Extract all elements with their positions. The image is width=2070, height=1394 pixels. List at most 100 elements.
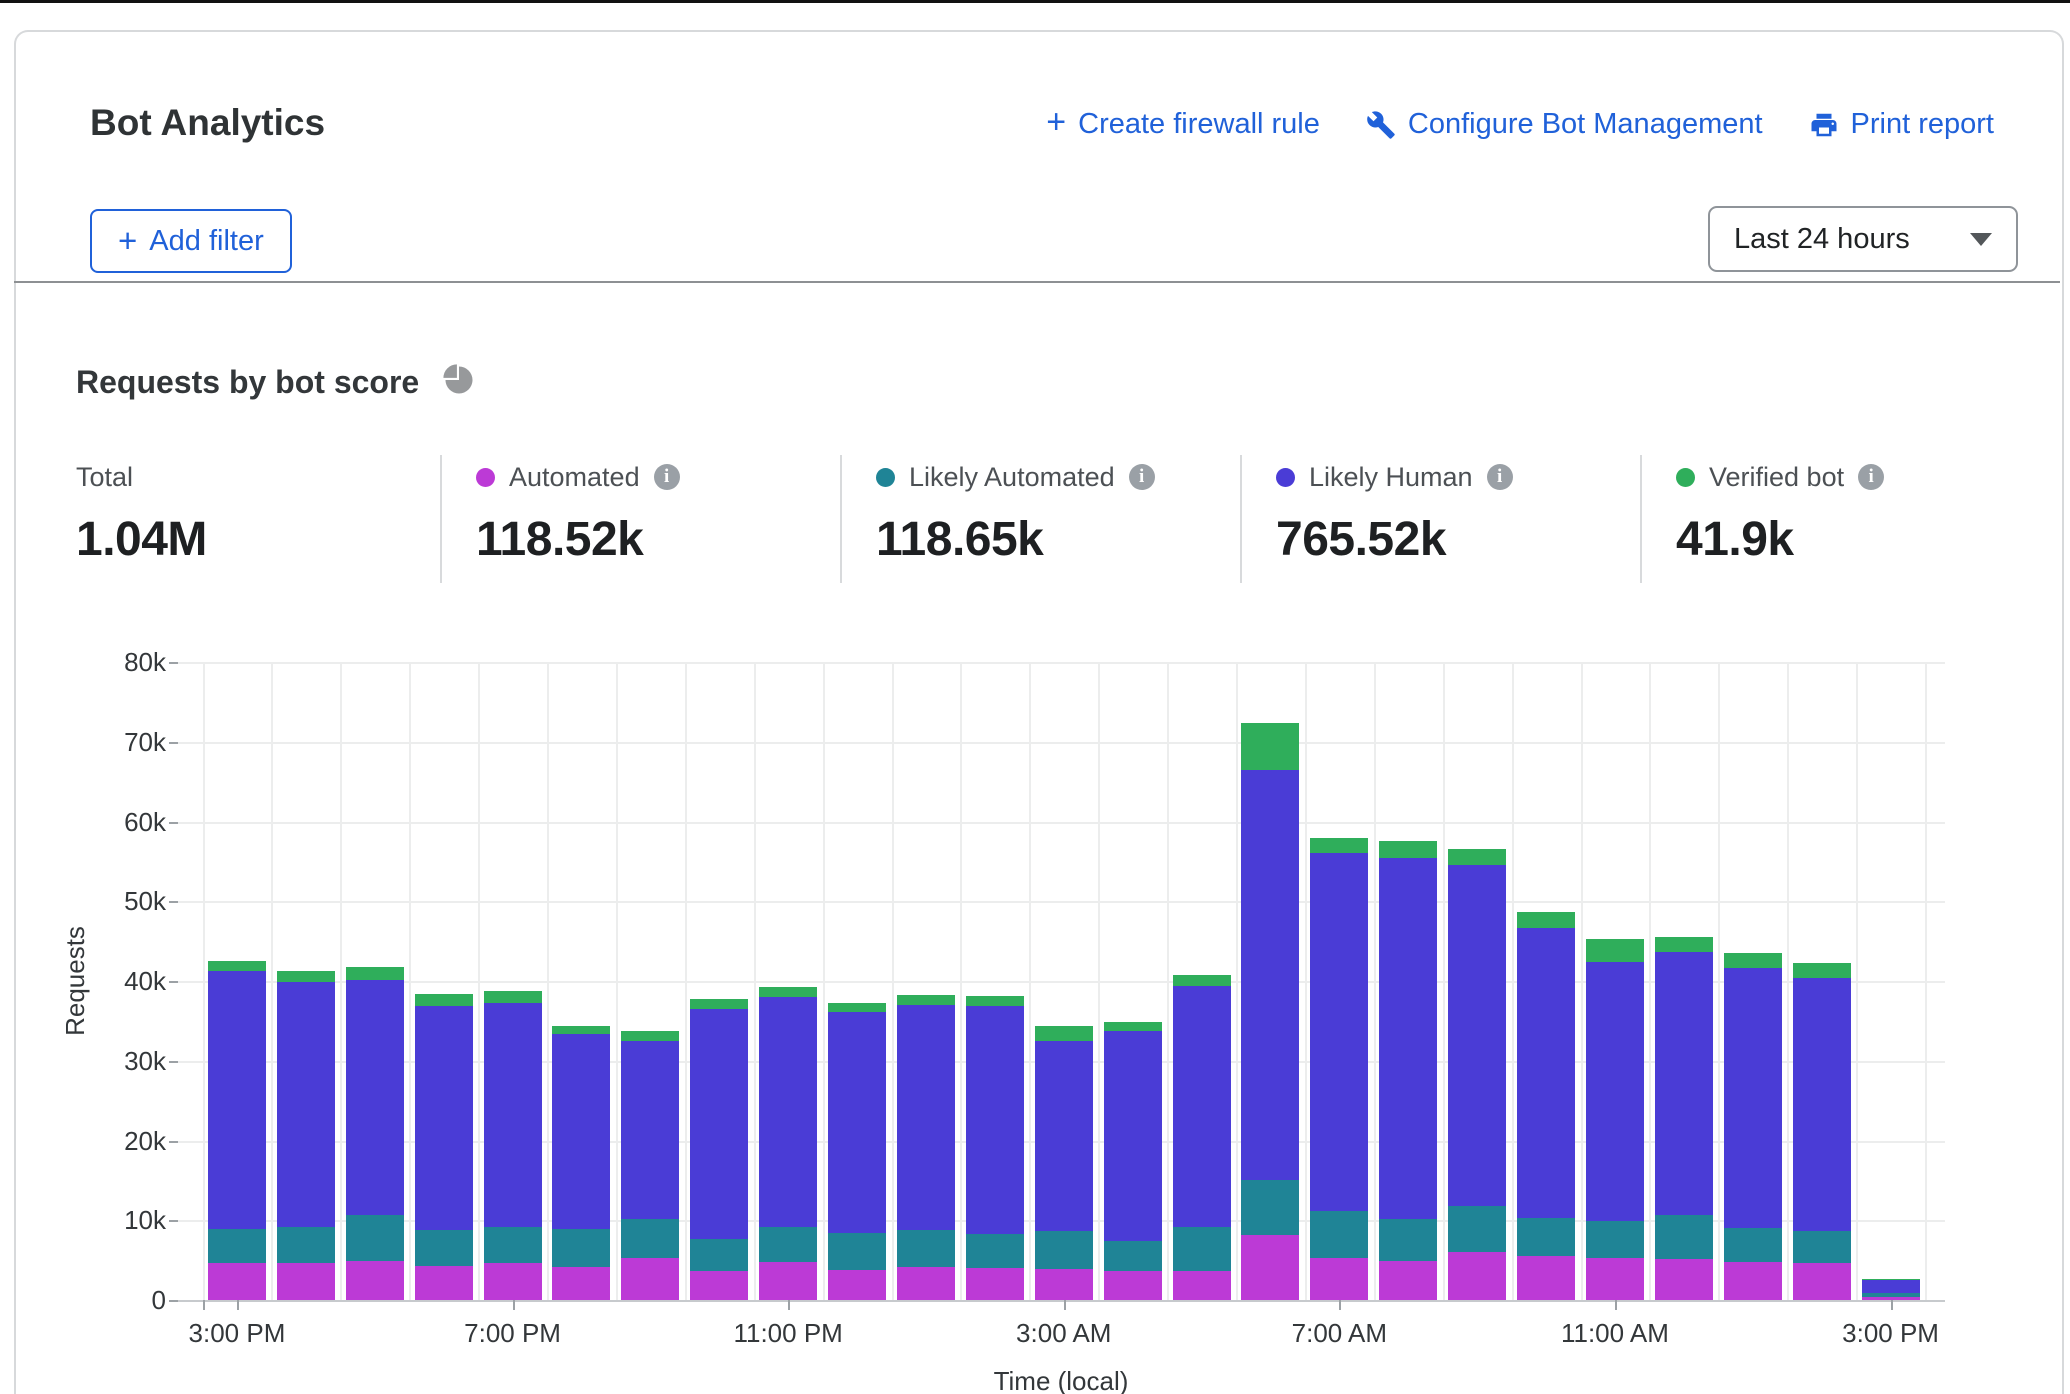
bar-3-verified[interactable] bbox=[415, 994, 473, 1006]
time-range-dropdown[interactable]: Last 24 hours bbox=[1708, 206, 2018, 272]
bar-21-likely_human[interactable] bbox=[1655, 952, 1713, 1215]
bar-16-automated[interactable] bbox=[1310, 1258, 1368, 1300]
bar-10-verified[interactable] bbox=[897, 995, 955, 1005]
bar-21-likely_automated[interactable] bbox=[1655, 1215, 1713, 1259]
bar-19-likely_human[interactable] bbox=[1517, 928, 1575, 1218]
bar-13-likely_human[interactable] bbox=[1104, 1031, 1162, 1241]
add-filter-button[interactable]: + Add filter bbox=[90, 209, 292, 273]
info-icon[interactable]: i bbox=[1858, 464, 1884, 490]
bar-6-automated[interactable] bbox=[621, 1258, 679, 1300]
bar-24-verified[interactable] bbox=[1862, 1279, 1920, 1280]
bar-15-automated[interactable] bbox=[1241, 1235, 1299, 1300]
bar-7-verified[interactable] bbox=[690, 999, 748, 1009]
bar-11-likely_automated[interactable] bbox=[966, 1234, 1024, 1268]
bar-0-likely_automated[interactable] bbox=[208, 1229, 266, 1263]
bar-18-likely_automated[interactable] bbox=[1448, 1206, 1506, 1252]
bar-6-likely_human[interactable] bbox=[621, 1041, 679, 1219]
bar-4-verified[interactable] bbox=[484, 991, 542, 1003]
bar-20-automated[interactable] bbox=[1586, 1258, 1644, 1300]
bar-10-automated[interactable] bbox=[897, 1267, 955, 1300]
bar-14-likely_automated[interactable] bbox=[1173, 1227, 1231, 1270]
bar-5-likely_human[interactable] bbox=[552, 1034, 610, 1229]
bar-4-automated[interactable] bbox=[484, 1263, 542, 1300]
bar-21-verified[interactable] bbox=[1655, 937, 1713, 951]
bar-17-likely_human[interactable] bbox=[1379, 858, 1437, 1219]
bar-18-automated[interactable] bbox=[1448, 1252, 1506, 1300]
bar-16-verified[interactable] bbox=[1310, 838, 1368, 853]
info-icon[interactable]: i bbox=[654, 464, 680, 490]
bar-2-automated[interactable] bbox=[346, 1261, 404, 1300]
bar-2-likely_human[interactable] bbox=[346, 980, 404, 1215]
bar-1-likely_automated[interactable] bbox=[277, 1227, 335, 1263]
info-icon[interactable]: i bbox=[1487, 464, 1513, 490]
bar-9-likely_automated[interactable] bbox=[828, 1233, 886, 1270]
bar-14-likely_human[interactable] bbox=[1173, 986, 1231, 1228]
bar-17-verified[interactable] bbox=[1379, 841, 1437, 858]
bar-18-verified[interactable] bbox=[1448, 849, 1506, 866]
bar-20-likely_automated[interactable] bbox=[1586, 1221, 1644, 1258]
bar-1-automated[interactable] bbox=[277, 1263, 335, 1300]
bar-5-verified[interactable] bbox=[552, 1026, 610, 1035]
bar-18-likely_human[interactable] bbox=[1448, 865, 1506, 1206]
bar-1-verified[interactable] bbox=[277, 971, 335, 981]
bar-15-likely_human[interactable] bbox=[1241, 770, 1299, 1180]
bar-22-verified[interactable] bbox=[1724, 953, 1782, 968]
bar-2-verified[interactable] bbox=[346, 967, 404, 980]
bar-22-likely_automated[interactable] bbox=[1724, 1228, 1782, 1261]
bar-21-automated[interactable] bbox=[1655, 1259, 1713, 1300]
bar-23-likely_automated[interactable] bbox=[1793, 1231, 1851, 1262]
bar-0-automated[interactable] bbox=[208, 1263, 266, 1300]
bar-22-likely_human[interactable] bbox=[1724, 968, 1782, 1228]
info-icon[interactable]: i bbox=[1129, 464, 1155, 490]
bar-13-verified[interactable] bbox=[1104, 1022, 1162, 1032]
bar-5-likely_automated[interactable] bbox=[552, 1229, 610, 1266]
bar-24-likely_human[interactable] bbox=[1862, 1280, 1920, 1293]
action-link-print-report[interactable]: Print report bbox=[1809, 108, 1994, 141]
bar-6-verified[interactable] bbox=[621, 1031, 679, 1041]
bar-16-likely_human[interactable] bbox=[1310, 853, 1368, 1210]
bar-22-automated[interactable] bbox=[1724, 1262, 1782, 1300]
bar-4-likely_automated[interactable] bbox=[484, 1227, 542, 1262]
bar-10-likely_automated[interactable] bbox=[897, 1230, 955, 1267]
bar-20-verified[interactable] bbox=[1586, 939, 1644, 962]
bar-9-automated[interactable] bbox=[828, 1270, 886, 1300]
bar-23-likely_human[interactable] bbox=[1793, 978, 1851, 1232]
bar-0-verified[interactable] bbox=[208, 961, 266, 971]
bar-11-verified[interactable] bbox=[966, 996, 1024, 1006]
bar-8-automated[interactable] bbox=[759, 1262, 817, 1300]
bar-15-verified[interactable] bbox=[1241, 723, 1299, 770]
bar-14-verified[interactable] bbox=[1173, 975, 1231, 985]
bar-23-verified[interactable] bbox=[1793, 963, 1851, 978]
bar-0-likely_human[interactable] bbox=[208, 971, 266, 1229]
bar-19-automated[interactable] bbox=[1517, 1256, 1575, 1300]
action-link-create-firewall-rule[interactable]: +Create firewall rule bbox=[1046, 108, 1320, 141]
bar-16-likely_automated[interactable] bbox=[1310, 1211, 1368, 1258]
bar-23-automated[interactable] bbox=[1793, 1263, 1851, 1300]
bar-4-likely_human[interactable] bbox=[484, 1003, 542, 1227]
bar-12-automated[interactable] bbox=[1035, 1269, 1093, 1300]
bar-11-automated[interactable] bbox=[966, 1268, 1024, 1300]
bar-7-likely_automated[interactable] bbox=[690, 1239, 748, 1271]
bar-13-automated[interactable] bbox=[1104, 1271, 1162, 1300]
bar-19-likely_automated[interactable] bbox=[1517, 1218, 1575, 1256]
action-link-configure-bot-management[interactable]: Configure Bot Management bbox=[1366, 108, 1763, 141]
bar-3-automated[interactable] bbox=[415, 1266, 473, 1300]
bar-17-automated[interactable] bbox=[1379, 1261, 1437, 1300]
bar-3-likely_automated[interactable] bbox=[415, 1230, 473, 1266]
bar-13-likely_automated[interactable] bbox=[1104, 1241, 1162, 1271]
bar-20-likely_human[interactable] bbox=[1586, 962, 1644, 1221]
bar-7-automated[interactable] bbox=[690, 1271, 748, 1301]
bar-3-likely_human[interactable] bbox=[415, 1006, 473, 1230]
bar-8-likely_human[interactable] bbox=[759, 997, 817, 1227]
bar-12-likely_human[interactable] bbox=[1035, 1041, 1093, 1231]
bar-2-likely_automated[interactable] bbox=[346, 1215, 404, 1260]
bar-24-likely_automated[interactable] bbox=[1862, 1293, 1920, 1297]
bar-6-likely_automated[interactable] bbox=[621, 1219, 679, 1258]
bar-11-likely_human[interactable] bbox=[966, 1006, 1024, 1234]
bar-10-likely_human[interactable] bbox=[897, 1005, 955, 1230]
bar-7-likely_human[interactable] bbox=[690, 1009, 748, 1239]
bar-12-likely_automated[interactable] bbox=[1035, 1231, 1093, 1269]
bar-17-likely_automated[interactable] bbox=[1379, 1219, 1437, 1260]
bar-12-verified[interactable] bbox=[1035, 1026, 1093, 1041]
bar-15-likely_automated[interactable] bbox=[1241, 1180, 1299, 1235]
